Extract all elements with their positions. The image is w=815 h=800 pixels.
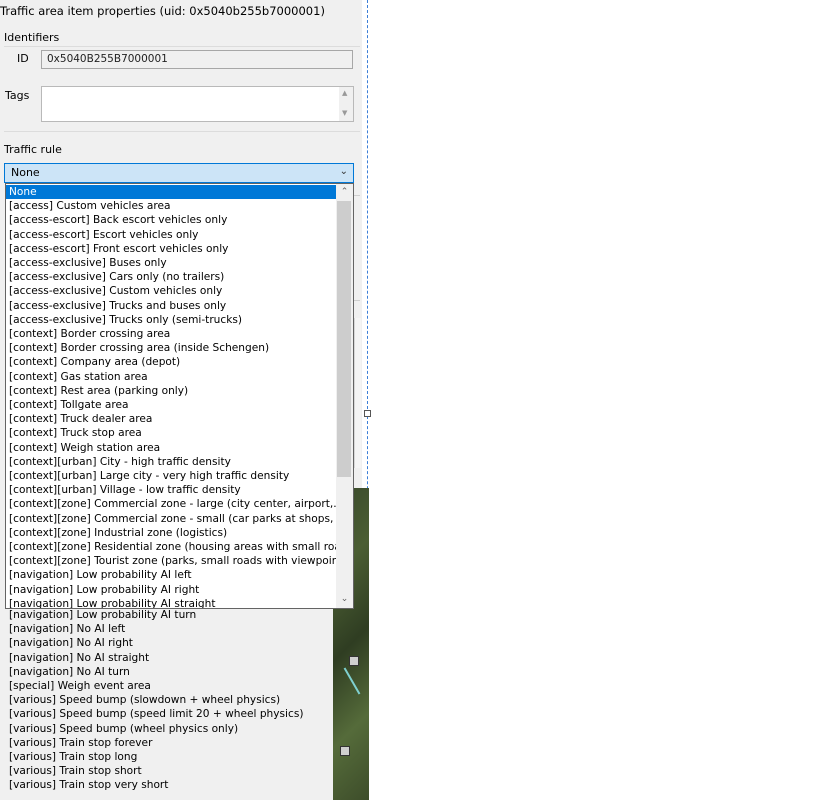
- traffic-rule-option-overflow[interactable]: [navigation] No AI straight: [9, 651, 149, 665]
- section-separator: [4, 131, 360, 132]
- traffic-rule-option[interactable]: [context] Border crossing area: [6, 327, 339, 341]
- traffic-rule-option-overflow[interactable]: [navigation] No AI left: [9, 622, 125, 636]
- traffic-rule-dropdown-list[interactable]: None [access] Custom vehicles area [access…: [5, 183, 354, 609]
- traffic-rule-option[interactable]: [context][zone] Residential zone (housin…: [6, 540, 339, 554]
- traffic-rule-option[interactable]: [access-exclusive] Cars only (no trailer…: [6, 270, 339, 284]
- id-field[interactable]: 0x5040B255B7000001: [41, 50, 353, 69]
- traffic-rule-option[interactable]: [context] Truck dealer area: [6, 412, 339, 426]
- traffic-rule-option[interactable]: [context][urban] Village - low traffic d…: [6, 483, 339, 497]
- traffic-rule-option[interactable]: [context][zone] Commercial zone - small …: [6, 512, 339, 526]
- traffic-rule-option[interactable]: [access] Custom vehicles area: [6, 199, 339, 213]
- identifiers-separator: [4, 46, 360, 47]
- traffic-rule-option[interactable]: [context][zone] Industrial zone (logisti…: [6, 526, 339, 540]
- resize-handle[interactable]: [364, 410, 371, 417]
- tags-field[interactable]: ▲ ▼: [41, 86, 354, 122]
- hidden-control-edge: [354, 318, 361, 468]
- map-node-handle[interactable]: [349, 656, 359, 666]
- traffic-rule-option-overflow[interactable]: [navigation] No AI turn: [9, 665, 130, 679]
- traffic-rule-option[interactable]: [access-escort] Back escort vehicles onl…: [6, 213, 339, 227]
- traffic-rule-option[interactable]: [access-exclusive] Custom vehicles only: [6, 284, 339, 298]
- traffic-rule-option-overflow[interactable]: [various] Speed bump (wheel physics only…: [9, 722, 238, 736]
- traffic-rule-combobox[interactable]: None ⌄: [4, 163, 354, 183]
- traffic-rule-option[interactable]: [access-exclusive] Trucks and buses only: [6, 299, 339, 313]
- traffic-rule-option[interactable]: [navigation] Low probability AI left: [6, 568, 339, 582]
- dropdown-scrollbar[interactable]: ⌃ ⌄: [336, 184, 353, 608]
- id-label: ID: [17, 52, 29, 65]
- identifiers-group-label: Identifiers: [4, 31, 60, 44]
- traffic-rule-option[interactable]: [access-escort] Front escort vehicles on…: [6, 242, 339, 256]
- hidden-control-edge: [354, 300, 360, 301]
- window-title: Traffic area item properties (uid: 0x504…: [0, 4, 325, 18]
- traffic-rule-option[interactable]: [context] Gas station area: [6, 370, 339, 384]
- traffic-rule-option[interactable]: [context][urban] Large city - very high …: [6, 469, 339, 483]
- traffic-rule-option-overflow[interactable]: [navigation] No AI right: [9, 636, 133, 650]
- traffic-rule-option[interactable]: [context][zone] Commercial zone - large …: [6, 497, 339, 511]
- traffic-rule-option[interactable]: [navigation] Low probability AI right: [6, 583, 339, 597]
- chevron-down-icon[interactable]: ▼: [342, 109, 347, 117]
- hidden-control-edge: [354, 195, 360, 196]
- traffic-rule-option[interactable]: [context] Rest area (parking only): [6, 384, 339, 398]
- scrollbar-thumb[interactable]: [337, 201, 351, 477]
- traffic-rule-option[interactable]: [context] Truck stop area: [6, 426, 339, 440]
- traffic-rule-option-overflow[interactable]: [various] Train stop short: [9, 764, 142, 778]
- traffic-rule-option[interactable]: [context] Border crossing area (inside S…: [6, 341, 339, 355]
- traffic-rule-option[interactable]: [context] Weigh station area: [6, 441, 339, 455]
- traffic-rule-option[interactable]: [access-exclusive] Buses only: [6, 256, 339, 270]
- tags-scrollbar[interactable]: ▲ ▼: [339, 87, 353, 121]
- traffic-rule-option-overflow[interactable]: [various] Train stop very short: [9, 778, 168, 792]
- traffic-rule-option[interactable]: [access-escort] Escort vehicles only: [6, 228, 339, 242]
- traffic-rule-option-overflow[interactable]: [various] Speed bump (speed limit 20 + w…: [9, 707, 303, 721]
- traffic-rule-option[interactable]: [context] Tollgate area: [6, 398, 339, 412]
- chevron-down-icon[interactable]: ⌄: [336, 591, 353, 608]
- traffic-rule-option[interactable]: [context] Company area (depot): [6, 355, 339, 369]
- traffic-rule-option-overflow[interactable]: [special] Weigh event area: [9, 679, 151, 693]
- chevron-up-icon[interactable]: ⌃: [336, 184, 353, 201]
- traffic-rule-option-overflow[interactable]: [various] Train stop long: [9, 750, 137, 764]
- traffic-rule-option[interactable]: None: [6, 185, 339, 199]
- traffic-rule-option[interactable]: [context][zone] Tourist zone (parks, sma…: [6, 554, 339, 568]
- traffic-rule-option-overflow[interactable]: [navigation] Low probability AI turn: [9, 608, 196, 622]
- traffic-rule-option[interactable]: [context][urban] City - high traffic den…: [6, 455, 339, 469]
- traffic-rule-group-label: Traffic rule: [4, 143, 62, 156]
- tags-label: Tags: [5, 89, 30, 102]
- traffic-rule-option[interactable]: [access-exclusive] Trucks only (semi-tru…: [6, 313, 339, 327]
- traffic-rule-option-overflow[interactable]: [various] Train stop forever: [9, 736, 152, 750]
- map-node-handle[interactable]: [340, 746, 350, 756]
- map-road-line: [343, 667, 361, 695]
- traffic-rule-option-overflow[interactable]: [various] Speed bump (slowdown + wheel p…: [9, 693, 280, 707]
- traffic-rule-selected-value: None: [11, 166, 40, 179]
- chevron-up-icon[interactable]: ▲: [342, 89, 347, 97]
- chevron-down-icon[interactable]: ⌄: [340, 166, 348, 177]
